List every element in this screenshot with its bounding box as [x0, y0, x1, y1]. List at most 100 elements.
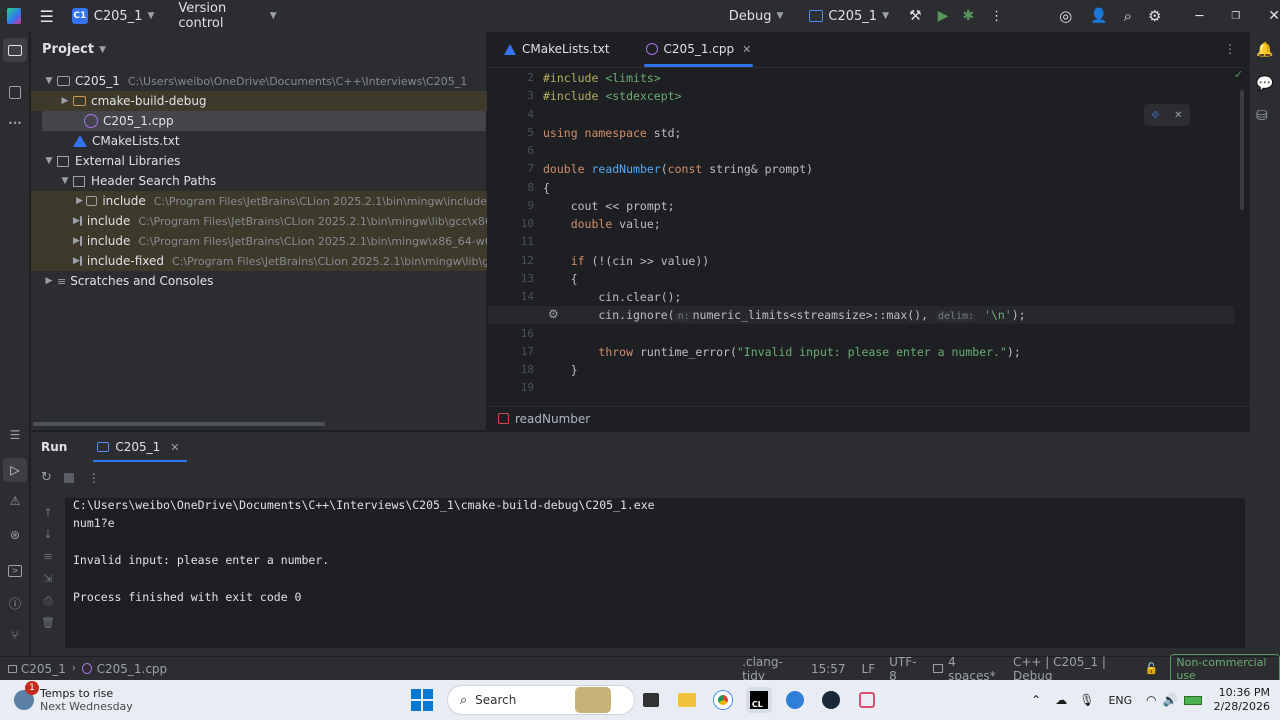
vertical-scrollbar[interactable]: [1240, 90, 1244, 210]
taskbar-app-clion[interactable]: CL: [745, 687, 772, 713]
tree-root-project[interactable]: ▼ C205_1 C:\Users\weibo\OneDrive\Documen…: [31, 71, 487, 91]
tabs-menu-button[interactable]: ⋮: [1224, 31, 1236, 67]
debug-button[interactable]: ✱: [962, 0, 974, 32]
status-position[interactable]: 15:57: [811, 662, 846, 676]
more-vertical-icon[interactable]: ⋮: [88, 471, 100, 485]
target-selector[interactable]: C205_1 ▼: [809, 0, 889, 32]
vcs-widget[interactable]: Version control ▼: [178, 0, 276, 32]
horizontal-scrollbar[interactable]: [33, 422, 325, 426]
tree-item-header-search-paths[interactable]: ▼ Header Search Paths: [31, 171, 487, 191]
ai-assistant-icon: ◎: [1059, 7, 1073, 25]
git-tool-button[interactable]: ⑂: [7, 628, 23, 644]
taskbar-app-terminal[interactable]: [638, 687, 664, 713]
print-icon[interactable]: ⎙: [41, 590, 55, 612]
services-tool-button[interactable]: ☰: [7, 428, 23, 444]
stop-button[interactable]: [63, 472, 74, 483]
scroll-end-icon[interactable]: ⇲: [41, 568, 55, 590]
scroll-down-icon[interactable]: ↓: [41, 524, 55, 546]
tree-item-include-fixed[interactable]: ▶ include-fixed C:\Program Files\JetBrai…: [31, 251, 487, 271]
code-line: cin.clear();: [543, 290, 682, 304]
start-button[interactable]: [410, 689, 433, 711]
close-window-button[interactable]: ✕: [1268, 0, 1280, 32]
search-everywhere-button[interactable]: ⌕: [1124, 0, 1132, 32]
run-tool-button[interactable]: ▷: [3, 458, 27, 482]
language-indicator[interactable]: ENG: [1108, 694, 1132, 707]
weather-subtitle: Next Wednesday: [40, 700, 133, 713]
microphone-icon[interactable]: 🎙: [1079, 693, 1094, 707]
line-number: 6: [527, 144, 534, 157]
project-switcher[interactable]: C1 C205_1 ▼: [71, 0, 154, 32]
ai-assistant-button[interactable]: ◎: [1059, 0, 1072, 32]
status-encoding[interactable]: UTF-8: [889, 655, 919, 683]
close-icon[interactable]: ✕: [1174, 110, 1182, 121]
close-icon[interactable]: ✕: [170, 441, 179, 454]
volume-icon[interactable]: 🔊: [1163, 693, 1178, 707]
status-indent[interactable]: 4 spaces*: [948, 655, 999, 683]
code-line: #include <stdexcept>: [543, 89, 682, 103]
license-badge[interactable]: Non-commercial use: [1170, 653, 1280, 684]
status-context[interactable]: C++ | C205_1 | Debug: [1013, 655, 1131, 683]
settings-button[interactable]: ⚙: [1148, 0, 1161, 32]
chevron-right-icon: ▶: [76, 196, 84, 206]
taskbar-app-explorer[interactable]: [674, 687, 700, 713]
debug-tool-button[interactable]: ⊛: [7, 528, 23, 544]
trash-icon[interactable]: 🗑: [41, 612, 55, 634]
lock-icon[interactable]: 🔓: [1145, 662, 1159, 675]
tree-item-external-libraries[interactable]: ▼ External Libraries: [31, 151, 487, 171]
status-crumb-project[interactable]: C205_1: [21, 662, 66, 676]
taskbar-app-chrome[interactable]: [710, 687, 736, 713]
editor-breadcrumb[interactable]: readNumber: [488, 406, 1250, 430]
status-crumb-file[interactable]: C205_1.cpp: [97, 662, 168, 676]
tree-item-cmakelists[interactable]: CMakeLists.txt: [31, 131, 487, 151]
clock[interactable]: 10:36 PM 2/28/2026: [1214, 686, 1270, 714]
tree-label: include-fixed: [86, 254, 165, 268]
problems-tool-button[interactable]: ⚠: [7, 494, 23, 510]
terminal-tool-button[interactable]: >: [7, 562, 23, 578]
scroll-up-icon[interactable]: ↑: [41, 502, 55, 524]
console-output[interactable]: C:\Users\weibo\OneDrive\Documents\C++\In…: [65, 498, 1245, 648]
structure-tool-button[interactable]: [7, 84, 23, 100]
task-view-button[interactable]: [574, 687, 611, 713]
wifi-icon[interactable]: ◠: [1146, 693, 1156, 707]
tree-item-cmake-build-debug[interactable]: ▶ cmake-build-debug: [31, 91, 487, 111]
soft-wrap-icon[interactable]: ≡: [41, 546, 55, 568]
more-actions-button[interactable]: ⋮: [990, 0, 1003, 32]
line-number: 10: [520, 217, 534, 230]
close-tab-icon[interactable]: ✕: [742, 43, 751, 56]
build-button[interactable]: ⚒: [909, 0, 922, 32]
rerun-button[interactable]: ↻: [41, 470, 52, 485]
function-icon: [498, 413, 509, 424]
restore-button[interactable]: ❐: [1231, 0, 1240, 32]
project-tool-button[interactable]: [3, 38, 27, 62]
onedrive-icon[interactable]: ☁: [1055, 693, 1067, 707]
code-with-me-button[interactable]: 👤: [1090, 0, 1107, 32]
tree-item-scratches[interactable]: ▶ ≡ Scratches and Consoles: [31, 271, 487, 291]
tab-run-config[interactable]: C205_1 ✕: [93, 432, 188, 462]
tab-cmakelists[interactable]: CMakeLists.txt: [492, 31, 622, 67]
run-button[interactable]: ▶: [938, 0, 949, 32]
chevron-up-icon[interactable]: ⌃: [1031, 693, 1041, 707]
status-linter[interactable]: .clang-tidy: [742, 655, 797, 683]
tree-item-cpp-file[interactable]: C205_1.cpp: [42, 111, 486, 131]
database-button[interactable]: ⛁: [1256, 108, 1268, 124]
notifications-button[interactable]: 🔔: [1256, 42, 1273, 58]
tab-cpp-file[interactable]: C205_1.cpp ✕: [634, 31, 764, 67]
inspection-ok-icon[interactable]: ✓: [1234, 68, 1243, 81]
weather-widget[interactable]: 1 Temps to rise Next Wednesday: [14, 681, 133, 713]
battery-icon[interactable]: [1183, 695, 1202, 705]
taskbar-app-steam[interactable]: [818, 687, 844, 713]
tree-item-include-1[interactable]: ▶ include C:\Program Files\JetBrains\CLi…: [31, 191, 487, 211]
problems-info-tool-button[interactable]: ⓘ: [7, 595, 23, 611]
tree-item-include-3[interactable]: ▶ include C:\Program Files\JetBrains\CLi…: [31, 231, 487, 251]
status-line-separator[interactable]: LF: [862, 662, 876, 676]
ai-assistant-icon[interactable]: ⟐: [1151, 110, 1159, 121]
ai-chat-button[interactable]: 💬: [1256, 76, 1273, 92]
project-panel-header[interactable]: Project ▼: [42, 42, 106, 57]
main-menu-button[interactable]: ☰: [39, 0, 53, 32]
more-tools-button[interactable]: ···: [7, 116, 23, 132]
taskbar-app-snipping[interactable]: [854, 687, 880, 713]
minimize-button[interactable]: ─: [1195, 0, 1203, 32]
taskbar-app-blue[interactable]: [782, 687, 808, 713]
run-config-selector[interactable]: Debug ▼: [729, 0, 784, 32]
tree-item-include-2[interactable]: ▶ include C:\Program Files\JetBrains\CLi…: [31, 211, 487, 231]
